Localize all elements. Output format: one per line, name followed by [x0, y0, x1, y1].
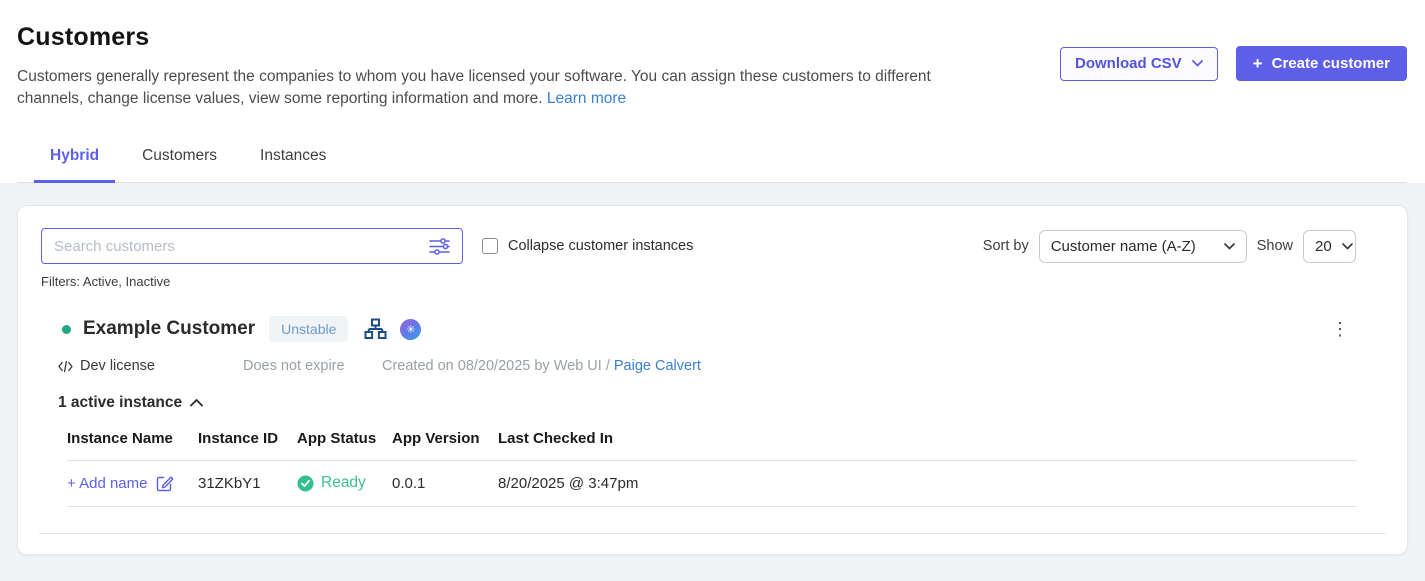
instance-id-cell: 31ZKbY1 [198, 475, 297, 492]
app-status-cell: Ready [297, 474, 392, 492]
active-status-dot [62, 325, 71, 334]
col-instance-id: Instance ID [198, 430, 297, 447]
active-filters-text: Filters: Active, Inactive [18, 274, 1407, 289]
check-circle-icon [297, 475, 314, 492]
page-description-text: Customers generally represent the compan… [17, 68, 931, 107]
license-type-label: Dev license [80, 358, 155, 374]
instance-row: + Add name 31ZKbY1 Ready [67, 461, 1357, 507]
license-expiry: Does not expire [243, 358, 382, 374]
customers-card: Collapse customer instances Sort by Cust… [17, 205, 1408, 555]
sort-by-label: Sort by [983, 238, 1029, 254]
instances-summary-label: 1 active instance [58, 394, 182, 412]
kebab-menu-icon[interactable]: ⋮ [1325, 320, 1355, 338]
create-customer-button[interactable]: + Create customer [1236, 46, 1407, 81]
org-chart-icon [364, 318, 387, 340]
kubernetes-icon: ✳ [400, 319, 421, 340]
col-app-version: App Version [392, 430, 498, 447]
filter-sliders-icon[interactable] [429, 237, 450, 256]
customer-header-row: Example Customer Unstable [58, 316, 1386, 342]
learn-more-link[interactable]: Learn more [547, 90, 626, 107]
col-app-status: App Status [297, 430, 392, 447]
tab-hybrid[interactable]: Hybrid [34, 147, 115, 183]
edit-icon[interactable] [156, 474, 174, 492]
customer-list-item: Example Customer Unstable [39, 316, 1386, 534]
instances-table: Instance Name Instance ID App Status App… [67, 430, 1357, 507]
create-customer-label: Create customer [1272, 55, 1390, 72]
license-type: Dev license [58, 358, 243, 374]
created-info: Created on 08/20/2025 by Web UI / Paige … [382, 358, 701, 374]
show-value: 20 [1315, 238, 1332, 255]
chevron-down-icon [1224, 243, 1235, 250]
add-name-cell: + Add name [67, 474, 198, 492]
chevron-up-icon [190, 399, 203, 407]
code-icon [58, 360, 73, 373]
download-csv-label: Download CSV [1075, 55, 1182, 72]
search-box [41, 228, 463, 264]
sort-by-value: Customer name (A-Z) [1051, 238, 1196, 255]
sort-by-select[interactable]: Customer name (A-Z) [1039, 230, 1247, 263]
col-instance-name: Instance Name [67, 430, 198, 447]
content-area: Collapse customer instances Sort by Cust… [0, 183, 1425, 555]
chevron-down-icon [1342, 243, 1353, 250]
chevron-down-icon [1192, 60, 1203, 67]
page-description: Customers generally represent the compan… [17, 66, 982, 110]
customer-name[interactable]: Example Customer [83, 318, 255, 340]
app-version-cell: 0.0.1 [392, 475, 498, 492]
created-info-text: Created on 08/20/2025 by Web UI / [382, 358, 614, 374]
created-by-link[interactable]: Paige Calvert [614, 358, 701, 374]
channel-badge: Unstable [269, 316, 348, 342]
collapse-instances-group: Collapse customer instances [482, 238, 693, 254]
download-csv-button[interactable]: Download CSV [1060, 47, 1218, 81]
show-select[interactable]: 20 [1303, 230, 1356, 263]
toolbar-right: Sort by Customer name (A-Z) Show 20 [983, 230, 1384, 263]
install-type-icons: ✳ [364, 318, 421, 340]
last-checked-in-cell: 8/20/2025 @ 3:47pm [498, 475, 1357, 492]
tab-bar: Hybrid Customers Instances [17, 147, 1407, 183]
tab-customers[interactable]: Customers [126, 147, 233, 183]
show-label: Show [1257, 238, 1293, 254]
instances-table-header: Instance Name Instance ID App Status App… [67, 430, 1357, 461]
license-info-row: Dev license Does not expire Created on 0… [58, 358, 1386, 374]
collapse-instances-checkbox[interactable] [482, 238, 498, 254]
add-name-link[interactable]: + Add name [67, 475, 147, 492]
page-header: Customers Customers generally represent … [0, 0, 1425, 183]
toolbar: Collapse customer instances Sort by Cust… [18, 228, 1407, 264]
collapse-instances-label: Collapse customer instances [508, 238, 693, 254]
col-last-checked-in: Last Checked In [498, 430, 1357, 447]
app-status-label: Ready [321, 474, 366, 492]
header-actions: Download CSV + Create customer [1060, 46, 1407, 81]
instances-toggle[interactable]: 1 active instance [58, 394, 203, 412]
tab-instances[interactable]: Instances [244, 147, 342, 183]
search-input[interactable] [54, 238, 429, 255]
plus-icon: + [1253, 54, 1263, 74]
